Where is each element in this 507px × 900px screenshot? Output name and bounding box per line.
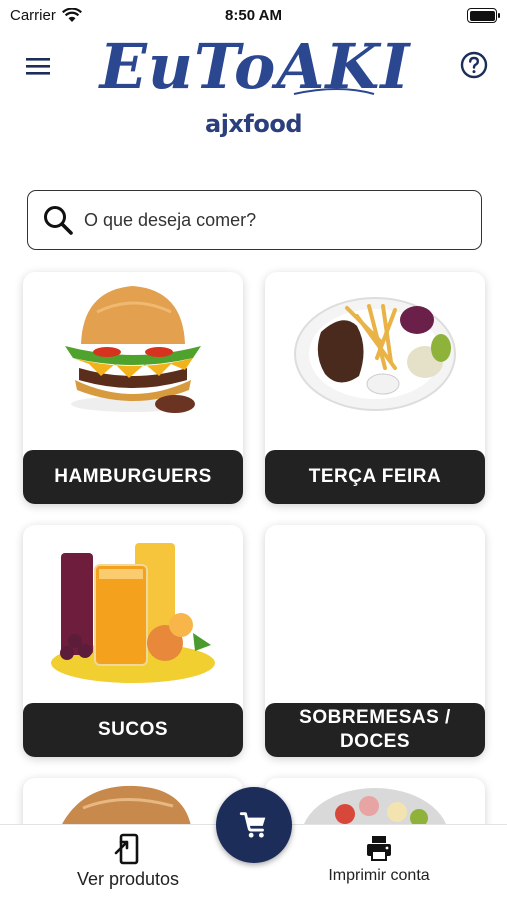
logo-subtitle: ajxfood [205, 110, 303, 138]
view-products-label: Ver produtos [76, 869, 180, 889]
category-card-terca-feira[interactable]: TERÇA FEIRA [265, 272, 485, 504]
question-circle-icon[interactable] [459, 50, 489, 80]
search-bar[interactable] [27, 190, 482, 250]
category-card-hamburguers[interactable]: HAMBURGUERS [23, 272, 243, 504]
category-label: SOBREMESAS / DOCES [265, 703, 485, 757]
burger-image [65, 286, 201, 413]
juice-image [51, 543, 215, 683]
category-label: HAMBURGUERS [23, 450, 243, 504]
status-time: 8:50 AM [225, 7, 282, 24]
hamburger-menu-icon[interactable] [22, 52, 54, 80]
category-card-sucos[interactable]: SUCOS [23, 525, 243, 757]
tablet-tap-icon [114, 833, 139, 865]
search-icon [44, 206, 73, 235]
status-bar: Carrier 8:50 AM [0, 0, 507, 32]
print-bill-label: Imprimir conta [328, 867, 430, 884]
category-label: SUCOS [23, 703, 243, 757]
logo-text: EuToAKI [98, 34, 412, 98]
cart-button[interactable] [216, 787, 292, 863]
printer-icon [367, 836, 391, 861]
shopping-cart-icon [239, 812, 266, 838]
plate-image [294, 297, 456, 411]
app-logo: EuToAKI [98, 34, 412, 98]
battery-icon [467, 8, 500, 23]
category-card-sobremesas-doces[interactable]: SOBREMESAS / DOCES [265, 525, 485, 757]
search-input[interactable] [84, 209, 454, 231]
battery-level [469, 10, 495, 21]
category-label: TERÇA FEIRA [265, 450, 485, 504]
app-header: EuToAKI ajxfood [0, 32, 507, 152]
print-bill-button[interactable]: Imprimir conta [299, 833, 459, 885]
view-products-button[interactable]: Ver produtos [48, 833, 208, 890]
